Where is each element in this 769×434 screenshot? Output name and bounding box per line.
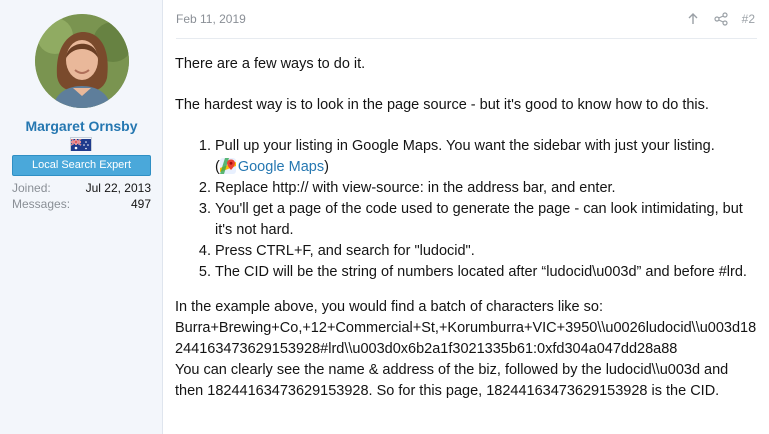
list-item: Replace http:// with view-source: in the… — [215, 178, 760, 199]
google-maps-link[interactable]: Google Maps — [238, 159, 324, 175]
paragraph: The hardest way is to look in the page s… — [175, 97, 709, 113]
avatar-photo — [35, 14, 129, 108]
paragraph: In the example above, you would find a b… — [175, 299, 603, 315]
stat-label: Messages: — [12, 197, 71, 211]
stat-label: Joined: — [12, 181, 51, 195]
stat-messages: Messages: 497 — [12, 197, 151, 212]
share-icon[interactable] — [714, 12, 728, 26]
paragraph: You can clearly see the name & address o… — [175, 362, 729, 399]
list-item-text: Pull up your listing in Google Maps. You… — [215, 138, 715, 154]
post-number-link[interactable]: #2 — [742, 12, 755, 26]
maps-close-paren: ) — [324, 159, 329, 175]
post-date[interactable]: Feb 11, 2019 — [176, 12, 246, 26]
google-maps-icon — [219, 158, 236, 174]
post-main: Feb 11, 2019 #2 There are a few ways to … — [164, 0, 769, 434]
list-item: You'll get a page of the code used to ge… — [215, 199, 760, 241]
post-actions: #2 — [686, 10, 755, 28]
post-body: There are a few ways to do it. The harde… — [175, 54, 760, 402]
australia-flag-icon — [70, 137, 92, 151]
code-example: Burra+Brewing+Co,+12+Commercial+St,+Koru… — [175, 320, 757, 357]
paragraph: There are a few ways to do it. — [175, 56, 366, 72]
list-item: Pull up your listing in Google Maps. You… — [215, 136, 760, 178]
header-divider — [176, 38, 757, 39]
upvote-arrow-icon[interactable] — [686, 12, 700, 26]
user-title-badge: Local Search Expert — [12, 155, 151, 176]
user-sidebar: Margaret Ornsby Local Search Expert Join… — [0, 0, 163, 434]
stat-value: Jul 22, 2013 — [85, 181, 151, 195]
username-link[interactable]: Margaret Ornsby — [0, 118, 163, 134]
stat-value: 497 — [130, 197, 151, 211]
list-item: The CID will be the string of numbers lo… — [215, 262, 760, 283]
steps-list: Pull up your listing in Google Maps. You… — [175, 136, 760, 283]
list-item: Press CTRL+F, and search for "ludocid". — [215, 241, 760, 262]
stat-joined: Joined: Jul 22, 2013 — [12, 181, 151, 196]
avatar[interactable] — [35, 14, 129, 108]
